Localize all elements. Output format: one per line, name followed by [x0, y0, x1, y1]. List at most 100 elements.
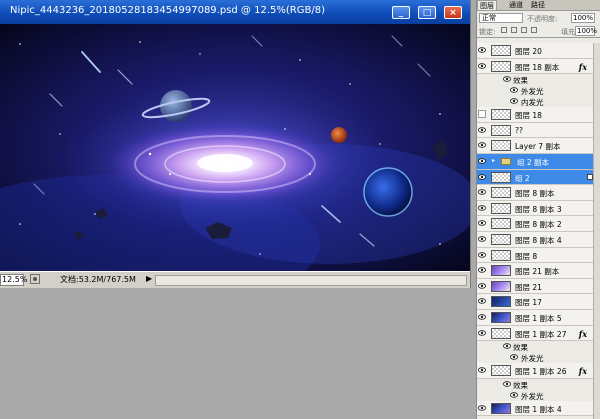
layer-row[interactable]: 组 2	[477, 169, 600, 186]
layer-thumbnail	[491, 45, 511, 56]
lock-pixels-icon[interactable]	[511, 27, 517, 33]
tab-channels[interactable]: 通道	[507, 0, 525, 10]
layer-thumbnail	[491, 311, 511, 323]
opacity-label: 不透明度:	[527, 15, 558, 23]
zoom-field[interactable]: 12.5%	[0, 274, 27, 286]
folder-icon	[501, 157, 511, 165]
tab-paths[interactable]: 路径	[529, 0, 547, 10]
status-bar: 12.5% 文档:53.2M/767.5M ▶	[0, 271, 470, 288]
visibility-eye-icon[interactable]	[478, 126, 486, 134]
layer-name: 组 2	[515, 173, 530, 183]
visibility-eye-icon[interactable]	[478, 266, 486, 274]
visibility-eye-icon[interactable]	[478, 329, 486, 337]
visibility-eye-icon[interactable]	[478, 62, 486, 70]
layer-row[interactable]: 图层 20	[477, 43, 600, 59]
layer-row[interactable]: 图层 21 副本	[477, 263, 600, 279]
visibility-eye-icon[interactable]	[478, 235, 486, 243]
effect-visibility-eye-icon[interactable]	[503, 75, 511, 83]
layer-effects-header[interactable]: 效果	[477, 341, 600, 353]
layer-effects-header[interactable]: 效果	[477, 378, 600, 390]
layer-thumbnail	[491, 187, 511, 199]
layer-row[interactable]: 图层 21	[477, 278, 600, 295]
effect-visibility-eye-icon[interactable]	[510, 97, 518, 105]
visibility-eye-icon[interactable]	[478, 404, 486, 412]
minimize-button[interactable]: _	[392, 6, 410, 19]
blend-mode-select[interactable]: 正常	[479, 13, 523, 23]
layer-thumbnail	[491, 327, 511, 339]
layer-effect-item[interactable]: 内发光	[477, 96, 600, 108]
layer-row[interactable]: 图层 1 副本 4	[477, 400, 600, 417]
layer-row[interactable]: 图层 8	[477, 247, 600, 264]
visibility-eye-icon[interactable]	[478, 219, 486, 227]
lock-position-icon[interactable]	[521, 27, 527, 33]
effect-visibility-eye-icon[interactable]	[510, 353, 518, 361]
visibility-toggle[interactable]	[478, 110, 486, 119]
visibility-eye-icon[interactable]	[478, 366, 486, 374]
document-size-readout: 文档:53.2M/767.5M	[60, 275, 136, 284]
blend-mode-row: 正常 不透明度: 100%	[477, 11, 600, 24]
layer-name: 图层 8 副本	[515, 189, 555, 199]
layer-effects-header[interactable]: 效果	[477, 74, 600, 86]
fill-field[interactable]: 100%	[575, 26, 597, 36]
layer-name: ??	[515, 125, 523, 135]
effect-visibility-eye-icon[interactable]	[510, 86, 518, 94]
layer-row[interactable]: 图层 8 副本 3	[477, 200, 600, 217]
layer-thumbnail	[491, 60, 511, 72]
restore-button[interactable]: □	[418, 6, 436, 19]
layer-effect-item[interactable]: 外发光	[477, 389, 600, 401]
visibility-eye-icon[interactable]	[478, 297, 486, 305]
layer-row[interactable]: 图层 1 副本 27 fx	[477, 325, 600, 342]
layer-row[interactable]: 图层 8 副本	[477, 185, 600, 201]
layer-thumbnail	[491, 171, 511, 183]
visibility-eye-icon[interactable]	[478, 251, 486, 259]
effect-visibility-eye-icon[interactable]	[510, 391, 518, 399]
layer-thumbnail	[491, 140, 511, 152]
layer-group-row[interactable]: ▸ 组 2 副本	[477, 153, 600, 170]
layer-name: 图层 18	[515, 111, 542, 121]
layer-row[interactable]: 图层 1 副本 26 fx	[477, 363, 600, 379]
fx-icon[interactable]: fx	[579, 329, 587, 339]
layer-row[interactable]: 图层 18 副本 fx	[477, 58, 600, 75]
layer-row[interactable]: Layer 7 副本	[477, 138, 600, 154]
layer-thumbnail	[491, 365, 511, 377]
fx-icon[interactable]: fx	[579, 366, 587, 376]
layer-effect-item[interactable]: 外发光	[477, 352, 600, 364]
layer-name: Layer 7 副本	[515, 142, 561, 152]
lock-transparency-icon[interactable]	[501, 27, 507, 33]
visibility-eye-icon[interactable]	[478, 46, 486, 54]
layer-name: 图层 8 副本 3	[515, 204, 562, 214]
status-info-icon[interactable]	[30, 274, 40, 286]
fx-icon[interactable]: fx	[579, 62, 587, 72]
layer-row[interactable]: 图层 18	[477, 107, 600, 123]
layer-row[interactable]: 图层 8 副本 4	[477, 231, 600, 248]
opacity-field[interactable]: 100%	[571, 13, 595, 23]
layer-row[interactable]: ??	[477, 122, 600, 139]
visibility-eye-icon[interactable]	[478, 141, 486, 149]
layer-name: 图层 1 副本 26	[515, 367, 567, 377]
status-menu-arrow-icon[interactable]: ▶	[146, 274, 152, 283]
layer-effect-item[interactable]: 外发光	[477, 85, 600, 97]
close-icon: ×	[449, 7, 457, 18]
expand-arrow-icon[interactable]: ▸	[492, 157, 495, 164]
lock-all-icon[interactable]	[531, 27, 537, 33]
visibility-eye-icon[interactable]	[478, 173, 486, 181]
title-bar[interactable]: Nipic_4443236_20180528183454997089.psd @…	[0, 0, 470, 24]
effect-visibility-eye-icon[interactable]	[503, 342, 511, 350]
visibility-eye-icon[interactable]	[478, 282, 486, 290]
effect-visibility-eye-icon[interactable]	[503, 380, 511, 388]
layer-row[interactable]: 图层 8 副本 2	[477, 216, 600, 232]
layer-row[interactable]: 图层 17	[477, 294, 600, 310]
layer-row[interactable]: 图层 1 副本 5	[477, 309, 600, 326]
tab-layers[interactable]: 图层	[477, 0, 497, 10]
image-canvas[interactable]	[0, 24, 470, 271]
layer-thumbnail	[491, 109, 511, 121]
layer-thumbnail	[491, 249, 511, 261]
layers-scrollbar[interactable]	[593, 43, 600, 419]
close-button[interactable]: ×	[444, 6, 462, 19]
visibility-eye-icon[interactable]	[478, 188, 486, 196]
visibility-eye-icon[interactable]	[478, 204, 486, 212]
horizontal-scrollbar[interactable]	[155, 275, 467, 286]
visibility-eye-icon[interactable]	[478, 313, 486, 321]
visibility-eye-icon[interactable]	[478, 157, 486, 165]
document-title: Nipic_4443236_20180528183454997089.psd @…	[10, 5, 325, 16]
